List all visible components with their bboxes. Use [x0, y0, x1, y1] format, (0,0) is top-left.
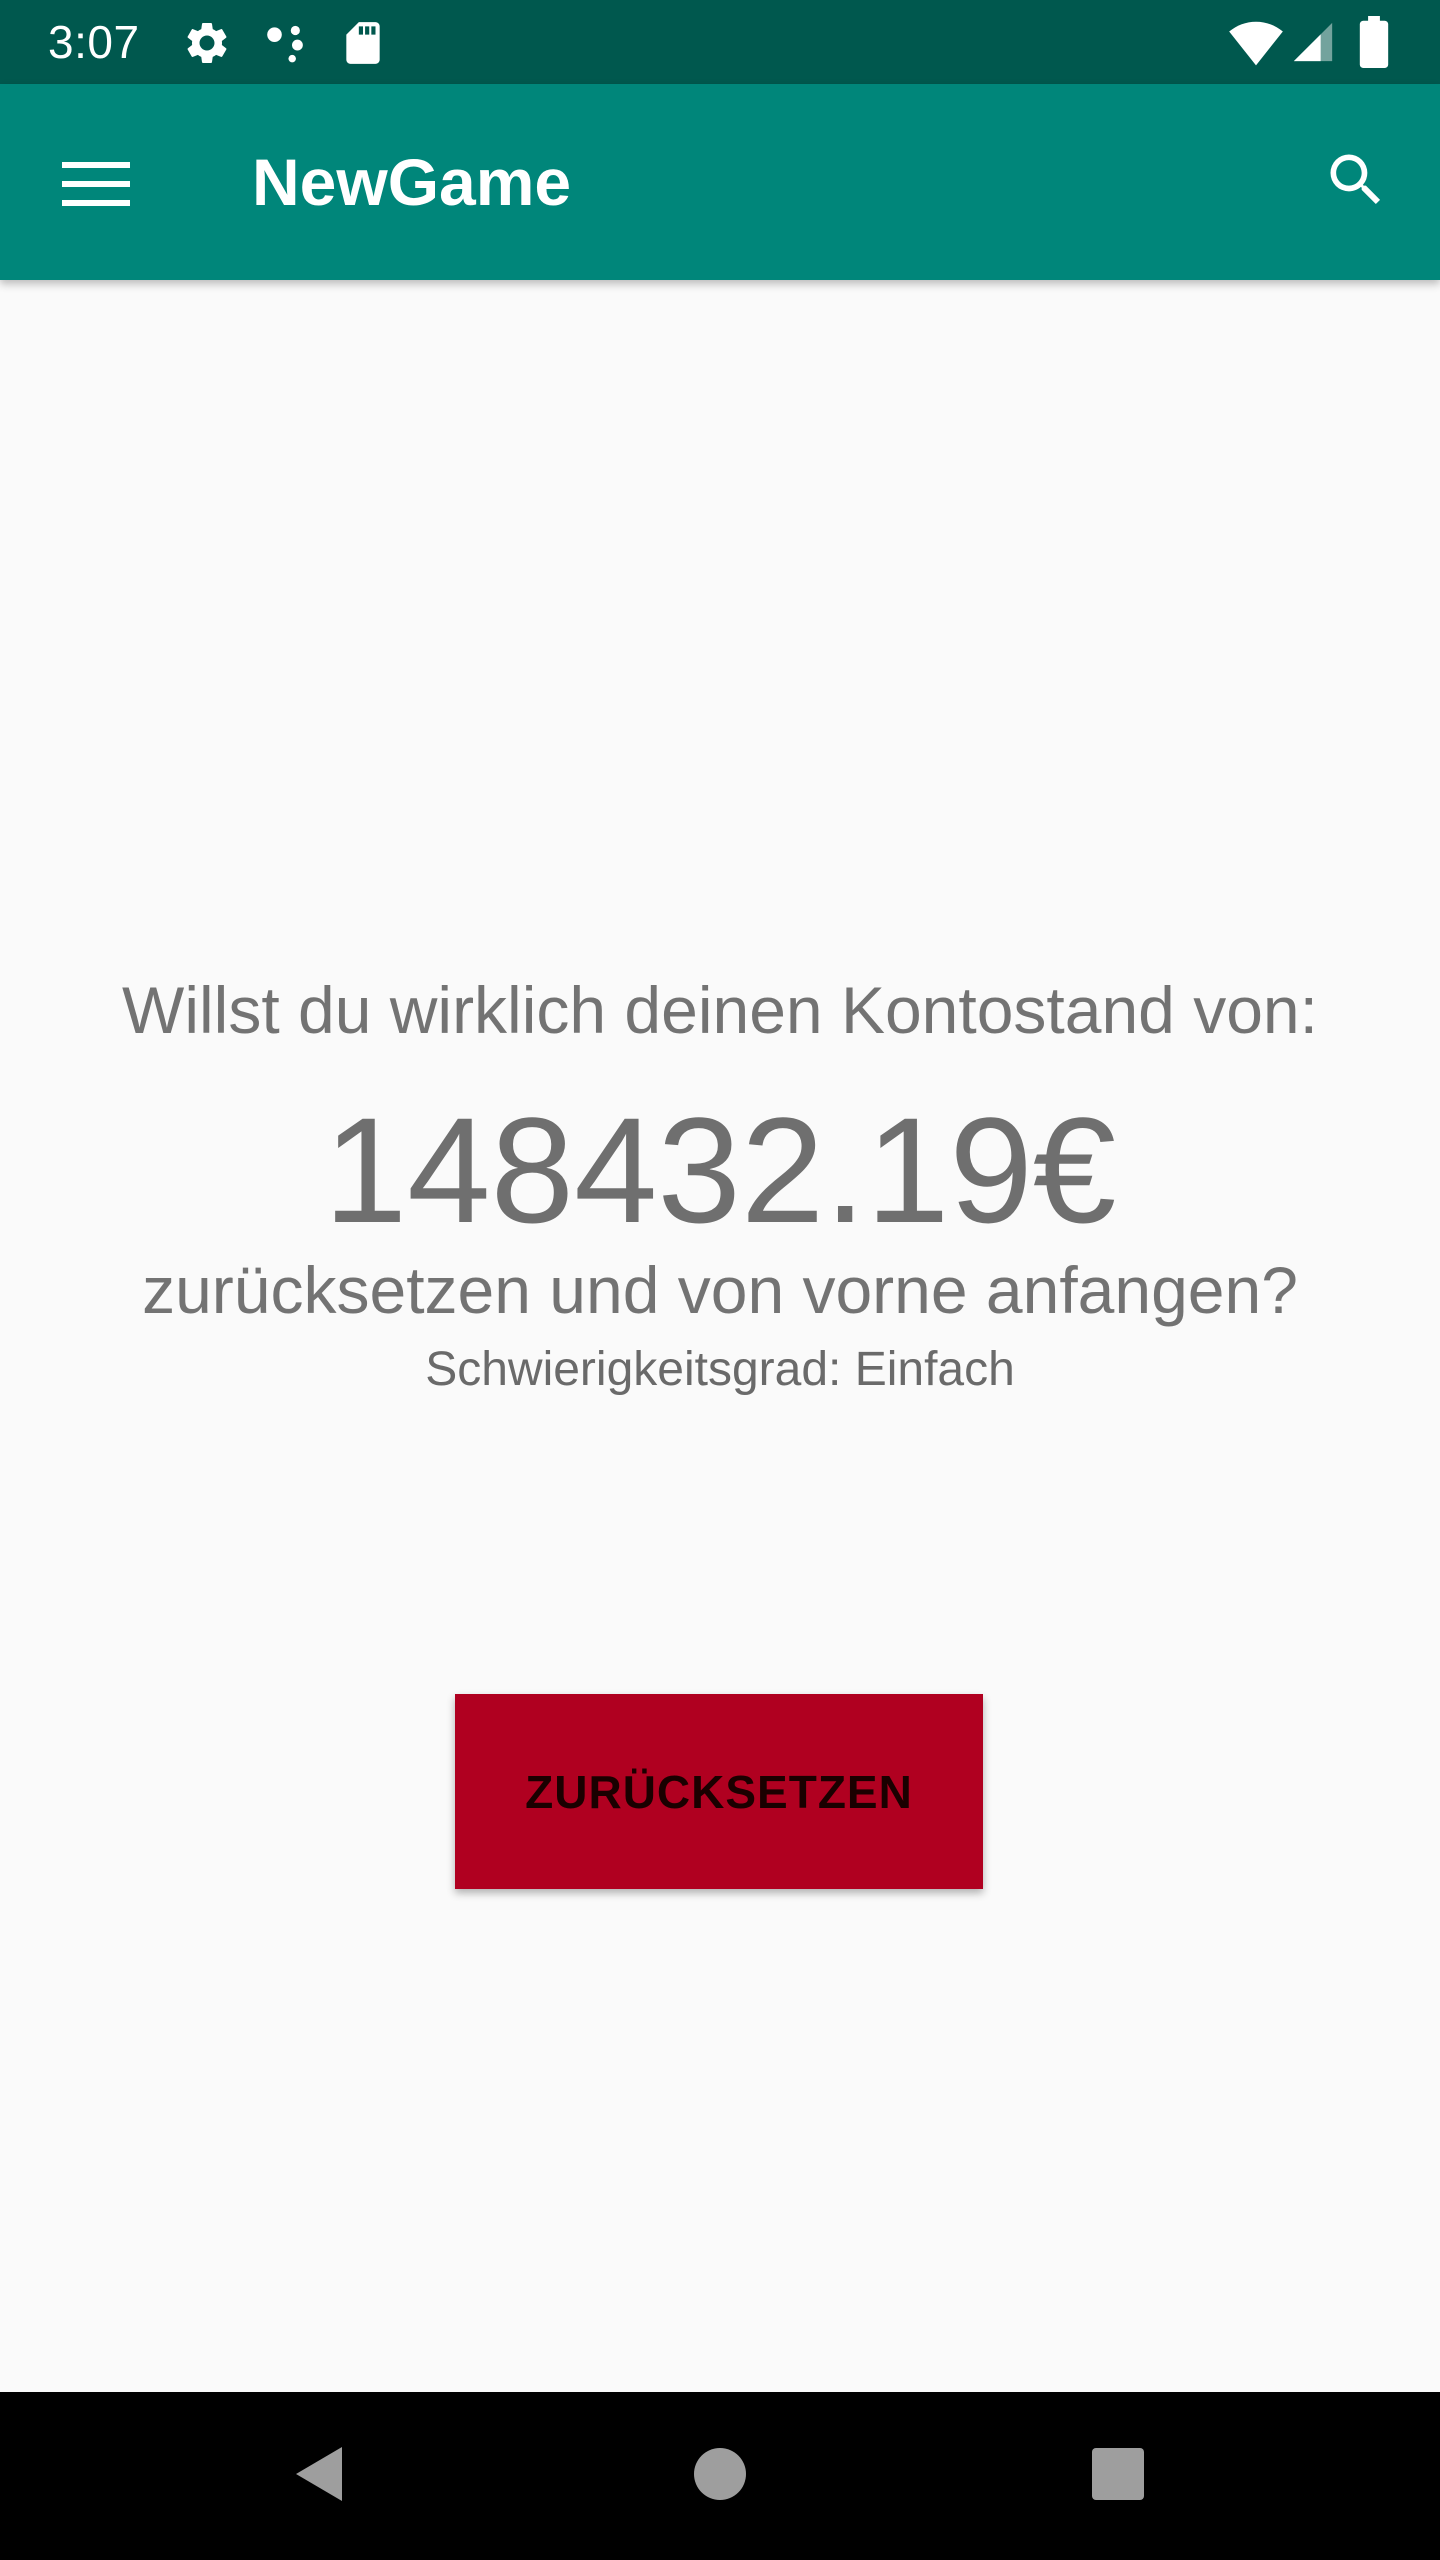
main-content: Willst du wirklich deinen Kontostand von…: [0, 280, 1440, 2392]
signal-icon: [1290, 18, 1336, 66]
home-icon: [692, 2446, 748, 2507]
battery-icon: [1356, 16, 1392, 68]
navigation-bar: [0, 2392, 1440, 2560]
recents-button[interactable]: [1068, 2426, 1168, 2526]
status-time: 3:07: [48, 16, 140, 68]
search-button[interactable]: [1308, 134, 1404, 230]
hamburger-menu-icon: [62, 158, 130, 215]
assistant-dots-icon: [262, 18, 312, 68]
back-button[interactable]: [270, 2426, 370, 2526]
home-button[interactable]: [670, 2426, 770, 2526]
app-title: NewGame: [252, 145, 572, 219]
reset-button[interactable]: ZURÜCKSETZEN: [455, 1694, 983, 1889]
menu-button[interactable]: [48, 138, 144, 234]
status-bar: 3:07: [0, 0, 1440, 84]
search-icon: [1322, 146, 1390, 219]
settings-icon: [182, 18, 232, 68]
back-icon: [290, 2443, 350, 2510]
app-bar: NewGame: [0, 84, 1440, 280]
sd-card-icon: [338, 18, 388, 68]
account-balance: 148432.19€: [323, 1086, 1117, 1254]
difficulty-label: Schwierigkeitsgrad: Einfach: [425, 1343, 1015, 1396]
wifi-icon: [1228, 16, 1284, 68]
reset-question-continuation: zurücksetzen und von vorne anfangen?: [142, 1253, 1298, 1327]
recents-icon: [1090, 2446, 1146, 2507]
reset-question-text: Willst du wirklich deinen Kontostand von…: [122, 973, 1318, 1047]
